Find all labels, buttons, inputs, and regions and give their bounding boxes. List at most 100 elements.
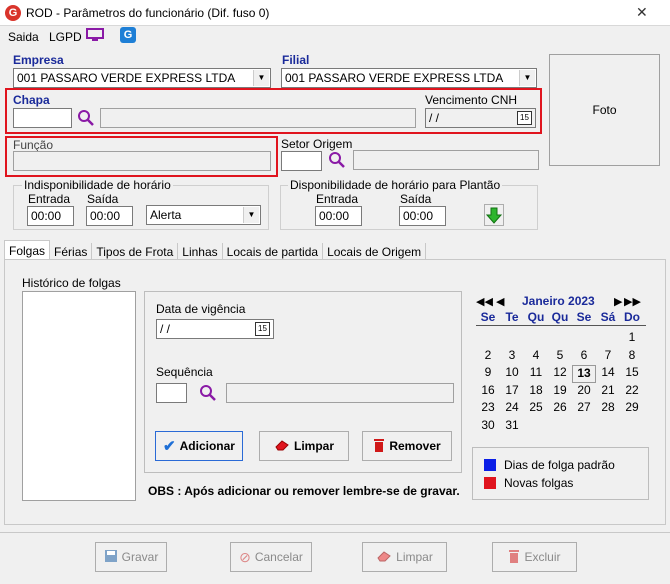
calendar-day xyxy=(524,418,548,436)
filial-label: Filial xyxy=(282,53,310,67)
calendar-day[interactable]: 18 xyxy=(524,383,548,401)
chapa-label: Chapa xyxy=(13,93,50,107)
calendar-day[interactable]: 8 xyxy=(620,348,644,366)
footer-divider xyxy=(0,532,670,533)
limpar-button[interactable]: Limpar xyxy=(259,431,349,461)
indisp-saida-input[interactable]: 00:00 xyxy=(86,206,133,226)
sequencia-label: Sequência xyxy=(156,365,213,379)
filial-select[interactable]: 001 PASSARO VERDE EXPRESS LTDA ▼ xyxy=(281,68,537,88)
calendar-day[interactable]: 14 xyxy=(596,365,620,383)
calendar-day[interactable]: 4 xyxy=(524,348,548,366)
calendar-day[interactable]: 19 xyxy=(548,383,572,401)
sequencia-input[interactable] xyxy=(156,383,187,403)
calendar[interactable]: ◀◀ ◀ Janeiro 2023 ▶ ▶▶ Se Te Qu Qu Se Sá… xyxy=(472,292,646,434)
calendar-day[interactable]: 16 xyxy=(476,383,500,401)
calendar-day[interactable]: 25 xyxy=(524,400,548,418)
alerta-value: Alerta xyxy=(150,208,182,222)
monitor-icon[interactable] xyxy=(86,28,104,42)
calendar-day[interactable]: 2 xyxy=(476,348,500,366)
menu-item-lgpd[interactable]: LGPD xyxy=(49,30,82,44)
trash-icon xyxy=(373,438,385,455)
adicionar-button[interactable]: ✔ Adicionar xyxy=(155,431,243,461)
calendar-day[interactable]: 17 xyxy=(500,383,524,401)
calendar-day[interactable]: 26 xyxy=(548,400,572,418)
weekday: Se xyxy=(576,310,592,324)
calendar-day xyxy=(548,418,572,436)
calendar-day[interactable]: 9 xyxy=(476,365,500,383)
tab-folgas[interactable]: Folgas xyxy=(4,240,51,261)
vencimento-date-input[interactable]: / / 15 xyxy=(425,108,536,128)
disp-saida-input[interactable]: 00:00 xyxy=(399,206,446,226)
vencimento-label: Vencimento CNH xyxy=(425,93,518,107)
indisp-entrada-input[interactable]: 00:00 xyxy=(27,206,74,226)
chevron-down-icon[interactable]: ▼ xyxy=(519,70,535,86)
gravar-button[interactable]: Gravar xyxy=(95,542,167,572)
calendar-day[interactable]: 1 xyxy=(620,330,644,348)
cancelar-button[interactable]: ⊘ Cancelar xyxy=(230,542,312,572)
calendar-day[interactable]: 29 xyxy=(620,400,644,418)
chevron-down-icon[interactable]: ▼ xyxy=(253,70,269,86)
calendar-day[interactable]: 5 xyxy=(548,348,572,366)
calendar-day[interactable]: 12 xyxy=(548,365,572,383)
check-icon: ✔ xyxy=(163,438,176,455)
excluir-button[interactable]: Excluir xyxy=(492,542,577,572)
data-vigencia-input[interactable]: / / 15 xyxy=(156,319,274,339)
calendar-day[interactable]: 21 xyxy=(596,383,620,401)
chevron-down-icon[interactable]: ▼ xyxy=(243,207,259,223)
cancelar-label: Cancelar xyxy=(254,550,303,564)
trash-icon xyxy=(508,549,520,566)
arrow-down-icon[interactable] xyxy=(484,204,504,226)
calendar-day xyxy=(548,330,572,348)
app-shortcut-icon[interactable]: G xyxy=(120,27,136,43)
alerta-select[interactable]: Alerta ▼ xyxy=(146,205,261,225)
calendar-day[interactable]: 31 xyxy=(500,418,524,436)
calendar-day[interactable]: 11 xyxy=(524,365,548,383)
title-bar: G ROD - Parâmetros do funcionário (Dif. … xyxy=(0,0,670,26)
prev-month-icon[interactable]: ◀ xyxy=(496,295,504,308)
photo-box[interactable]: Foto xyxy=(549,54,660,166)
calendar-day[interactable]: 6 xyxy=(572,348,596,366)
search-icon[interactable] xyxy=(199,384,217,402)
calendar-day[interactable]: 3 xyxy=(500,348,524,366)
calendar-icon[interactable]: 15 xyxy=(517,111,532,125)
setor-description xyxy=(353,150,539,170)
calendar-day[interactable]: 10 xyxy=(500,365,524,383)
calendar-day[interactable]: 30 xyxy=(476,418,500,436)
empresa-select[interactable]: 001 PASSARO VERDE EXPRESS LTDA ▼ xyxy=(13,68,271,88)
calendar-day[interactable]: 28 xyxy=(596,400,620,418)
remover-label: Remover xyxy=(389,439,441,453)
calendar-day[interactable]: 7 xyxy=(596,348,620,366)
calendar-day[interactable]: 22 xyxy=(620,383,644,401)
photo-label: Foto xyxy=(592,103,617,117)
close-icon[interactable]: ✕ xyxy=(636,4,648,21)
search-icon[interactable] xyxy=(77,109,95,127)
menu-item-saida[interactable]: Saida xyxy=(8,30,39,44)
calendar-day[interactable]: 20 xyxy=(572,383,596,401)
weekday: Qu xyxy=(551,310,569,324)
calendar-day[interactable]: 15 xyxy=(620,365,644,383)
calendar-week: 9 10 11 12 13 14 15 xyxy=(476,365,644,383)
calendar-day[interactable]: 24 xyxy=(500,400,524,418)
next-year-icon[interactable]: ▶▶ xyxy=(624,295,641,308)
calendar-day[interactable]: 23 xyxy=(476,400,500,418)
setor-input[interactable] xyxy=(281,151,322,171)
calendar-day[interactable]: 27 xyxy=(572,400,596,418)
disp-saida-label: Saída xyxy=(400,192,432,206)
limpar-footer-button[interactable]: Limpar xyxy=(362,542,447,572)
disp-entrada-input[interactable]: 00:00 xyxy=(315,206,362,226)
next-month-icon[interactable]: ▶ xyxy=(614,295,622,308)
calendar-day[interactable]: 13 xyxy=(572,365,596,383)
calendar-icon[interactable]: 15 xyxy=(255,322,270,336)
calendar-day xyxy=(572,418,596,436)
menu-item-lgpd-wrap: LGPD xyxy=(49,30,82,44)
historico-list[interactable] xyxy=(22,291,136,501)
eraser-icon xyxy=(376,550,392,565)
search-icon[interactable] xyxy=(328,151,346,169)
remover-button[interactable]: Remover xyxy=(362,431,452,461)
legend-label-padrao: Dias de folga padrão xyxy=(504,458,615,472)
filial-value: 001 PASSARO VERDE EXPRESS LTDA xyxy=(285,71,504,85)
limpar-label: Limpar xyxy=(293,439,334,453)
chapa-input[interactable] xyxy=(13,108,72,128)
prev-year-icon[interactable]: ◀◀ xyxy=(476,295,493,308)
limpar-footer-label: Limpar xyxy=(396,550,433,564)
